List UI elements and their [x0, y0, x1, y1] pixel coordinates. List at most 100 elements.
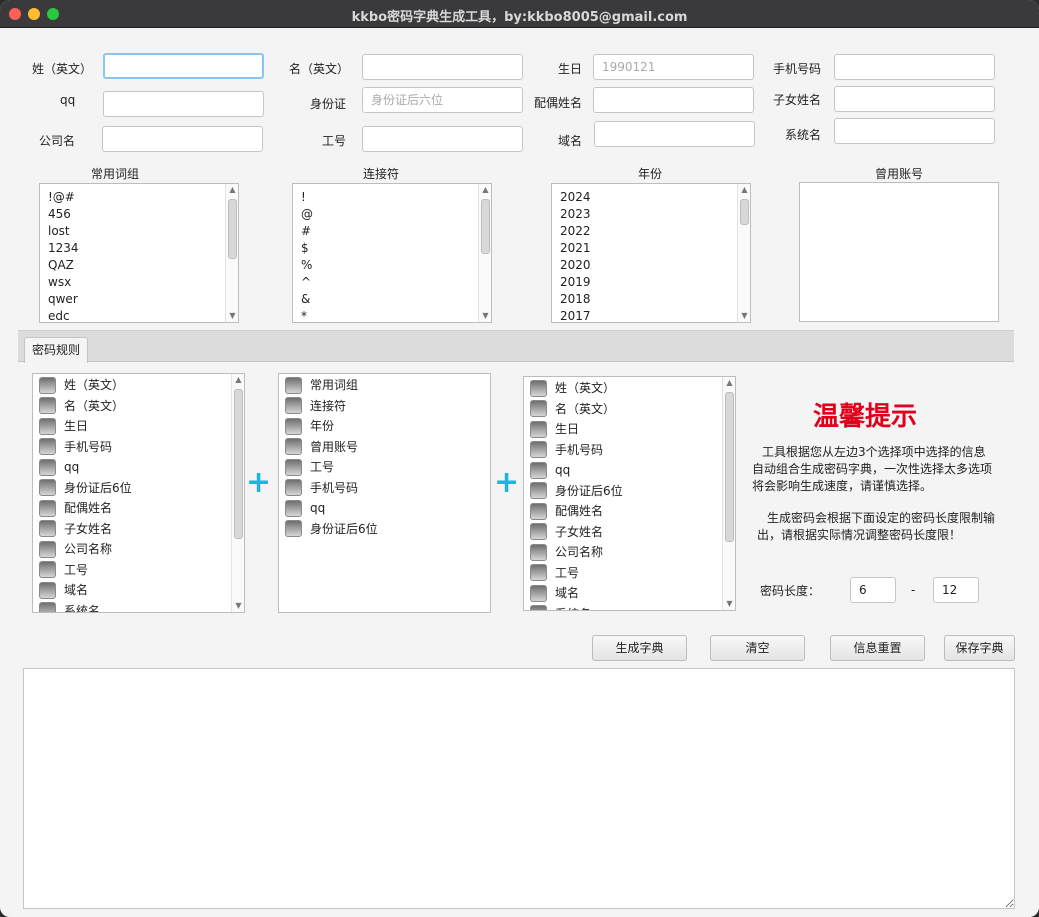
- rule-checkbox-item[interactable]: 姓（英文）: [524, 378, 735, 399]
- rule-checkbox-item[interactable]: 身份证后6位: [33, 478, 244, 499]
- list-item[interactable]: #: [293, 223, 491, 240]
- spouse-input[interactable]: [593, 87, 754, 113]
- checkbox-icon[interactable]: [530, 564, 547, 582]
- checkbox-icon[interactable]: [39, 417, 56, 435]
- rule-checkbox-item[interactable]: 工号: [279, 457, 490, 478]
- rule-checkbox-item[interactable]: 公司名称: [33, 539, 244, 560]
- list-item[interactable]: %: [293, 257, 491, 274]
- max-length-input[interactable]: [933, 577, 979, 603]
- list-item[interactable]: 2022: [552, 223, 750, 240]
- rule-checkbox-item[interactable]: 手机号码: [524, 440, 735, 461]
- list-item[interactable]: wsx: [40, 274, 238, 291]
- scroll-thumb[interactable]: [234, 389, 243, 539]
- checkbox-icon[interactable]: [530, 605, 547, 610]
- checkbox-icon[interactable]: [530, 420, 547, 438]
- name-input[interactable]: [362, 54, 523, 80]
- rule-checkbox-item[interactable]: qq: [524, 460, 735, 481]
- checkbox-icon[interactable]: [39, 458, 56, 476]
- rule-checkbox-item[interactable]: 工号: [524, 563, 735, 584]
- list-item[interactable]: !@#: [40, 189, 238, 206]
- list-item[interactable]: 2018: [552, 291, 750, 308]
- phone-input[interactable]: [834, 54, 995, 80]
- checkbox-icon[interactable]: [285, 438, 302, 456]
- birthday-input[interactable]: [593, 54, 754, 80]
- rule-checkbox-item[interactable]: 域名: [524, 583, 735, 604]
- rule-checkbox-item[interactable]: 常用词组: [279, 375, 490, 396]
- rule-checkbox-item[interactable]: 工号: [33, 560, 244, 581]
- rule-checkbox-item[interactable]: 连接符: [279, 396, 490, 417]
- checkbox-icon[interactable]: [530, 461, 547, 479]
- connectors-list[interactable]: ! @ # $% ^ & * ▲ ▼: [292, 183, 492, 323]
- common-words-scrollbar[interactable]: ▲ ▼: [225, 184, 238, 322]
- clear-button[interactable]: 清空: [710, 635, 805, 661]
- scroll-down-icon[interactable]: ▼: [479, 310, 491, 322]
- checkbox-icon[interactable]: [285, 458, 302, 476]
- qq-input[interactable]: [103, 91, 264, 117]
- years-scrollbar[interactable]: ▲ ▼: [737, 184, 750, 322]
- used-accounts-list[interactable]: [799, 182, 999, 322]
- rule-checkbox-item[interactable]: 名（英文）: [524, 399, 735, 420]
- rules-middle-list[interactable]: 常用词组 连接符 年份 曾用账号 工号 手机号码 qq 身份证后6位: [278, 373, 491, 613]
- scroll-thumb[interactable]: [228, 199, 237, 259]
- rule-checkbox-item[interactable]: 公司名称: [524, 542, 735, 563]
- checkbox-icon[interactable]: [530, 543, 547, 561]
- tab-password-rules[interactable]: 密码规则: [24, 337, 88, 363]
- checkbox-icon[interactable]: [285, 499, 302, 517]
- scroll-up-icon[interactable]: ▲: [232, 374, 244, 386]
- checkbox-icon[interactable]: [39, 581, 56, 599]
- rules-left-list[interactable]: 姓（英文） 名（英文） 生日 手机号码 qq 身份证后6位 配偶姓名 子女姓名 公司名称 工号 域名…: [32, 373, 245, 613]
- list-item[interactable]: @: [293, 206, 491, 223]
- list-item[interactable]: 2023: [552, 206, 750, 223]
- list-item[interactable]: 2021: [552, 240, 750, 257]
- scroll-thumb[interactable]: [725, 392, 734, 542]
- scroll-down-icon[interactable]: ▼: [738, 310, 750, 322]
- rules-right-scrollbar[interactable]: ▲ ▼: [722, 377, 735, 610]
- checkbox-icon[interactable]: [530, 441, 547, 459]
- list-item[interactable]: 2024: [552, 189, 750, 206]
- checkbox-icon[interactable]: [39, 376, 56, 394]
- generate-button[interactable]: 生成字典: [592, 635, 687, 661]
- checkbox-icon[interactable]: [530, 502, 547, 520]
- rule-checkbox-item[interactable]: qq: [279, 498, 490, 519]
- checkbox-icon[interactable]: [530, 584, 547, 602]
- scroll-thumb[interactable]: [481, 199, 490, 254]
- checkbox-icon[interactable]: [39, 602, 56, 612]
- system-input[interactable]: [834, 118, 995, 144]
- scroll-down-icon[interactable]: ▼: [226, 310, 238, 322]
- list-item[interactable]: QAZ: [40, 257, 238, 274]
- checkbox-icon[interactable]: [39, 438, 56, 456]
- rule-checkbox-item[interactable]: 生日: [33, 416, 244, 437]
- rule-checkbox-item[interactable]: 配偶姓名: [33, 498, 244, 519]
- rule-checkbox-item[interactable]: 子女姓名: [524, 522, 735, 543]
- idcard-input[interactable]: [362, 87, 523, 113]
- scroll-down-icon[interactable]: ▼: [723, 598, 735, 610]
- rules-right-list[interactable]: 姓（英文） 名（英文） 生日 手机号码 qq 身份证后6位 配偶姓名 子女姓名 公司名称 工号 域名…: [523, 376, 736, 611]
- list-item[interactable]: 2019: [552, 274, 750, 291]
- save-button[interactable]: 保存字典: [944, 635, 1015, 661]
- scroll-thumb[interactable]: [740, 199, 749, 225]
- output-textarea[interactable]: [23, 668, 1015, 909]
- min-length-input[interactable]: [850, 577, 896, 603]
- rule-checkbox-item[interactable]: 姓（英文）: [33, 375, 244, 396]
- rule-checkbox-item[interactable]: 名（英文）: [33, 396, 244, 417]
- checkbox-icon[interactable]: [39, 499, 56, 517]
- rule-checkbox-item[interactable]: 身份证后6位: [279, 519, 490, 540]
- list-item[interactable]: 1234: [40, 240, 238, 257]
- checkbox-icon[interactable]: [285, 376, 302, 394]
- list-item[interactable]: &: [293, 291, 491, 308]
- list-item[interactable]: *: [293, 308, 491, 322]
- rule-checkbox-item[interactable]: 曾用账号: [279, 437, 490, 458]
- rule-checkbox-item[interactable]: 手机号码: [33, 437, 244, 458]
- checkbox-icon[interactable]: [285, 397, 302, 415]
- checkbox-icon[interactable]: [285, 417, 302, 435]
- checkbox-icon[interactable]: [285, 479, 302, 497]
- checkbox-icon[interactable]: [39, 561, 56, 579]
- checkbox-icon[interactable]: [530, 400, 547, 418]
- rule-checkbox-item[interactable]: 域名: [33, 580, 244, 601]
- checkbox-icon[interactable]: [530, 379, 547, 397]
- scroll-up-icon[interactable]: ▲: [479, 184, 491, 196]
- rule-checkbox-item[interactable]: 年份: [279, 416, 490, 437]
- list-item[interactable]: 2017: [552, 308, 750, 322]
- list-item[interactable]: lost: [40, 223, 238, 240]
- checkbox-icon[interactable]: [39, 520, 56, 538]
